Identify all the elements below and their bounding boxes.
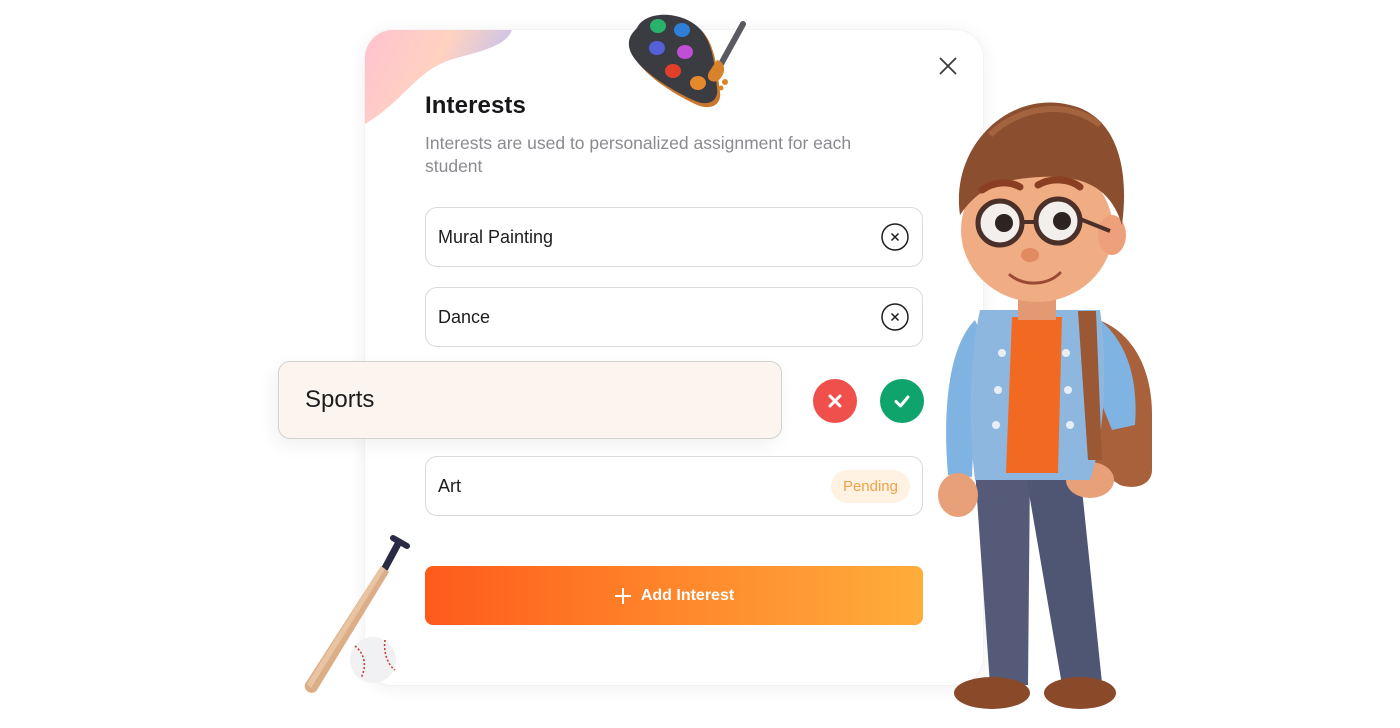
- interest-input[interactable]: [305, 386, 781, 414]
- plus-icon: [614, 587, 631, 604]
- remove-circle-icon[interactable]: [880, 302, 910, 332]
- cancel-edit-button[interactable]: [813, 379, 857, 423]
- interest-label: Dance: [438, 306, 491, 327]
- status-badge: Pending: [830, 469, 910, 503]
- dialog-subtitle: Interests are used to personalized assig…: [425, 133, 852, 176]
- interest-item: Art Pending: [425, 456, 923, 516]
- interest-edit-field[interactable]: [278, 361, 782, 439]
- baseball-bat-illustration: [304, 535, 410, 693]
- student-character-illustration: [938, 102, 1152, 709]
- dialog-title: Interests: [425, 92, 526, 119]
- interest-item: Mural Painting: [425, 207, 923, 267]
- x-icon: [828, 394, 842, 408]
- interest-item: Dance: [425, 287, 923, 347]
- interest-label: Art: [438, 475, 462, 496]
- add-interest-button[interactable]: Add Interest: [425, 566, 923, 625]
- baseball-icon: [350, 637, 396, 683]
- paint-palette-illustration: [628, 14, 746, 108]
- confirm-edit-button[interactable]: [880, 379, 924, 423]
- check-icon: [894, 395, 910, 408]
- interest-label: Mural Painting: [438, 226, 554, 247]
- close-icon[interactable]: [938, 56, 958, 76]
- add-interest-label: Add Interest: [640, 586, 735, 604]
- remove-circle-icon[interactable]: [880, 222, 910, 252]
